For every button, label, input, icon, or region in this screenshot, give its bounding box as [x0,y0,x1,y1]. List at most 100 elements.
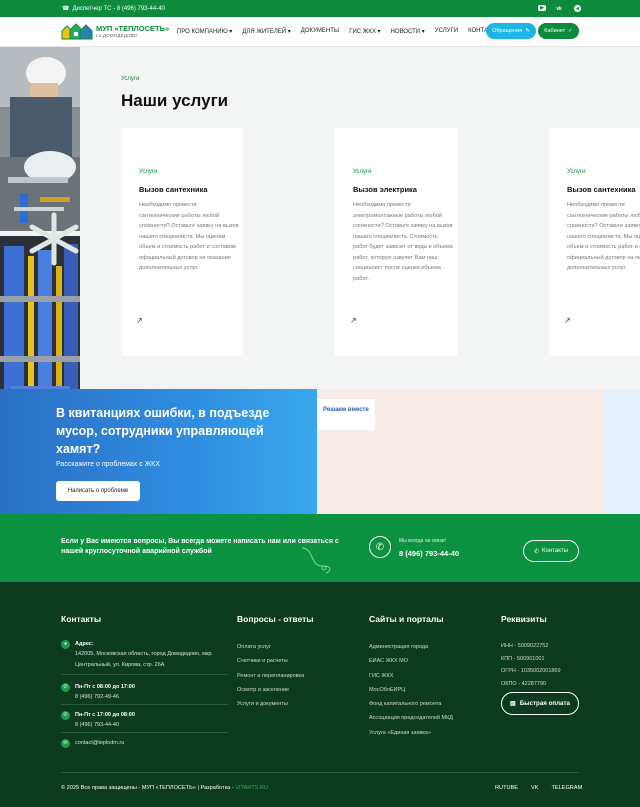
vk-link[interactable]: VK [531,785,538,791]
developer-link[interactable]: VITARTS.RU [235,785,268,791]
night-phone[interactable]: 8 (496) 793-44-40 [75,722,119,728]
card-description: Необходимо провести сантехнические работ… [567,202,640,271]
qa-link[interactable]: Ремонт и перепланировка [237,669,304,683]
main-nav: ПРО КОМПАНИЮ ▾ ДЛЯ ЖИТЕЛЕЙ ▾ ДОКУМЕНТЫ Г… [177,28,500,35]
check-icon: ✓ [568,28,573,34]
qa-links: Оплата услуг Счетчики и расчеты Ремонт и… [237,640,304,711]
card-tag: Услуги [353,169,372,175]
write-problem-button[interactable]: Написать о проблеме [56,481,140,501]
youtube-icon[interactable]: ▶ [538,5,546,11]
logo-title: МУП «ТЕПЛОСЕТЬ» [96,23,170,33]
site-footer: Контакты ● Адрес: 142005, Московская обл… [0,582,640,807]
requisites-list: ИНН - 5009022752 КПП - 500901001 ОГРН - … [501,640,561,690]
appeal-button[interactable]: Обращения ✎ [486,23,536,39]
pencil-icon: ✎ [525,28,530,34]
nav-gis[interactable]: ГИС ЖКХ ▾ [349,28,380,35]
vk-icon[interactable]: vk [554,4,564,13]
card-title: Вызов электрика [353,185,417,194]
snowflake-decoration-icon [26,211,82,272]
qa-link[interactable]: Оплата услуг [237,640,304,654]
telegram-icon[interactable] [572,4,582,13]
requisite-inn: ИНН - 5009022752 [501,643,549,649]
phone-circle-icon: ✆ [369,536,391,558]
logo-houses-icon [61,22,93,40]
divider [61,674,228,675]
electrician-photo [0,236,640,389]
plumber-photo [0,47,640,236]
footer-divider [61,772,579,773]
nav-about[interactable]: ПРО КОМПАНИЮ ▾ [177,28,232,35]
nav-services[interactable]: УСЛУГИ [435,28,458,35]
arrow-icon[interactable]: ↗ [136,316,143,325]
cabinet-button[interactable]: Кабинет ✓ [538,23,579,39]
strip-phone[interactable]: 8 (496) 793-44-40 [399,549,459,558]
nav-news[interactable]: НОВОСТИ ▾ [391,28,425,35]
quick-pay-button[interactable]: ▤ Быстрая оплата [501,692,579,715]
qa-link[interactable]: Услуги и документы [237,697,304,711]
phone-icon: ✆ [534,548,540,555]
site-links: Администрация города ЕИАС ЖКХ МО ГИС ЖКХ… [369,640,453,740]
copyright: © 2025 Все права защищены - МУП «ТЕПЛОСЕ… [61,785,268,791]
arrow-icon[interactable]: ↗ [564,316,571,325]
requisite-ogrn: ОГРН - 1035002001869 [501,668,561,674]
address-text: 142005, Московская область, город Домоде… [75,651,213,668]
footer-contacts-title: Контакты [61,614,102,624]
site-link[interactable]: МосОблЕИРЦ [369,683,453,697]
site-link[interactable]: ГИС ЖКХ [369,669,453,683]
requisite-kpp: КПП - 500901001 [501,655,545,662]
arrow-icon[interactable]: ↗ [350,316,357,325]
email-link[interactable]: contact@teplodm.ru [75,739,124,748]
banner-tab[interactable]: Решаем вместе [317,399,375,430]
card-description: Необходимо провести сантехнические работ… [139,202,239,271]
dispatcher-phone-text: Диспетчер ТС - 8 (496) 793-44-40 [72,5,165,12]
site-link[interactable]: ЕИАС ЖКХ МО [369,654,453,668]
telegram-link[interactable]: TELEGRAM [551,785,582,791]
card-description: Необходимо провести электромонтажные раб… [353,202,453,282]
contacts-button[interactable]: ✆ Контакты [523,540,579,562]
site-link[interactable]: Фонд капитального ремонта [369,697,453,711]
section-label: Услуги [121,76,140,82]
location-icon: ● [61,640,70,649]
email-icon: ✉ [61,739,70,748]
section-title: Наши услуги [121,91,229,110]
phone-icon: ✆ [61,683,70,692]
banner-strip [603,389,640,514]
problem-banner: В квитанциях ошибки, в подъезде мусор, с… [0,389,640,514]
site-link[interactable]: Ассоциация председателей МКД [369,711,453,725]
logo-subtitle: г.о.ДОМОДЕДОВО [96,32,138,38]
card-icon: ▤ [510,700,516,707]
dispatcher-phone[interactable]: ☎ Диспетчер ТС - 8 (496) 793-44-40 [62,5,165,13]
day-phone[interactable]: 8 (496) 792-49-46 [75,694,119,700]
social-links: ▶ vk [538,4,582,13]
contact-strip: Если у Вас имеются вопросы, Вы всегда мо… [0,514,640,582]
nav-documents[interactable]: ДОКУМЕНТЫ [301,28,339,35]
divider [61,704,228,705]
cable-decoration-icon [301,547,331,574]
service-card-plumber-2[interactable]: Услуги Вызов сантехника Необходимо прове… [549,128,640,356]
site-link[interactable]: Услуга «Единая заявка» [369,726,453,740]
qa-link[interactable]: Счетчики и расчеты [237,654,304,668]
phone-icon: ✆ [61,711,70,720]
always-online-text: Мы всегда на связи! [399,538,446,544]
footer-sites-title: Сайты и порталы [369,614,444,624]
rutube-link[interactable]: RUTUBE [495,785,518,791]
requisite-okpo: ОКПО - 42287790 [501,680,547,687]
card-title: Вызов сантехника [567,185,636,194]
service-card-plumber[interactable]: Услуги Вызов сантехника Необходимо прове… [121,128,243,356]
site-header: МУП «ТЕПЛОСЕТЬ» г.о.ДОМОДЕДОВО ПРО КОМПА… [0,17,640,47]
services-section: Услуги Наши услуги Услуги Вызов сантехни… [0,47,640,389]
qa-link[interactable]: Осмотр и заселение [237,683,304,697]
service-card-electrician[interactable]: Услуги Вызов электрика Необходимо провес… [335,128,457,356]
nav-residents[interactable]: ДЛЯ ЖИТЕЛЕЙ ▾ [242,28,290,35]
banner-subheading: Расскажите о проблемах с ЖКХ [56,461,160,468]
banner-heading: В квитанциях ошибки, в подъезде мусор, с… [56,406,270,456]
card-title: Вызов сантехника [139,185,208,194]
site-link[interactable]: Администрация города [369,640,453,654]
footer-social-links: RUTUBE VK TELEGRAM [495,785,582,791]
phone-icon: ☎ [62,6,70,12]
divider [61,732,228,733]
footer-requisites-title: Реквизиты [501,614,547,624]
top-bar: ☎ Диспетчер ТС - 8 (496) 793-44-40 ▶ vk [0,0,640,17]
footer-qa-title: Вопросы - ответы [237,614,314,624]
logo[interactable]: МУП «ТЕПЛОСЕТЬ» г.о.ДОМОДЕДОВО [61,22,169,40]
